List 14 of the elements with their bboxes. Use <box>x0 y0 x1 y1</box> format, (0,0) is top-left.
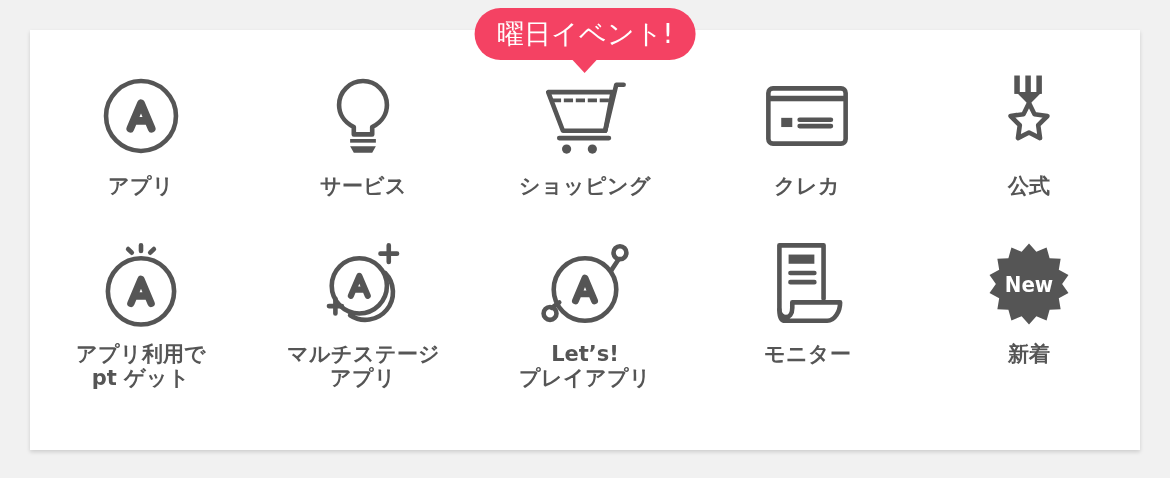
menu-item[interactable]: アプリ利用で pt ゲット <box>70 232 212 394</box>
badge-pointer <box>573 60 597 73</box>
menu-item[interactable]: マルチステージ アプリ <box>280 232 446 394</box>
menu-item[interactable]: 公式 <box>975 64 1083 202</box>
menu-item[interactable]: アプリ <box>87 64 195 202</box>
menu-item[interactable]: ショッピング <box>513 64 657 202</box>
menu-item[interactable]: Let’s! プレイアプリ <box>513 232 657 394</box>
menu-item[interactable]: サービス <box>309 64 417 202</box>
menu-item[interactable]: モニター <box>753 232 861 394</box>
new-label: New <box>1004 272 1054 298</box>
menu-item[interactable]: クレカ <box>753 64 861 202</box>
event-badge: 曜日イベント! <box>474 8 696 60</box>
menu-item[interactable]: New 新着 <box>975 232 1083 394</box>
starburst-icon <box>989 243 1069 325</box>
